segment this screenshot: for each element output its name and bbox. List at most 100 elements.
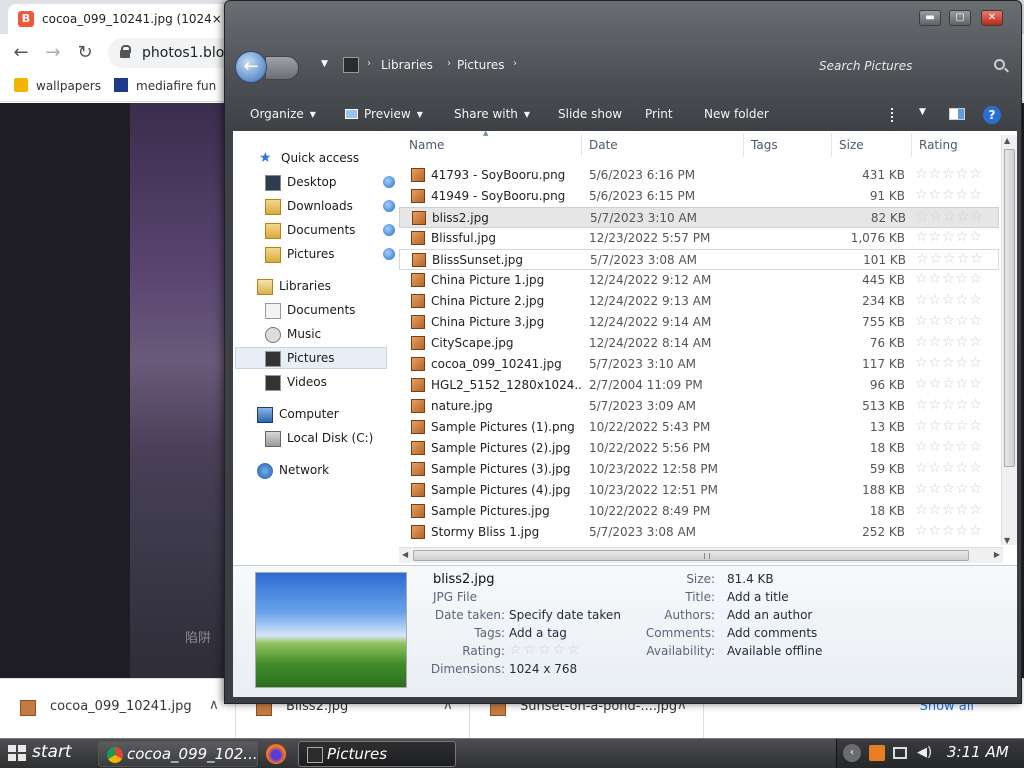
breadcrumb-pictures[interactable]: Pictures (457, 58, 505, 72)
scroll-left-icon[interactable]: ◀ (402, 550, 408, 559)
preview-pane-icon[interactable] (949, 108, 965, 120)
file-row[interactable]: Sample Pictures (2).jpg 10/22/2022 5:56 P… (399, 438, 999, 459)
recent-pages-dropdown[interactable]: ▼ (321, 59, 328, 69)
bookmark-wallpapers[interactable]: wallpapers (14, 78, 101, 93)
rating-stars[interactable]: ☆☆☆☆☆ (915, 376, 983, 392)
nav-documents-quick[interactable]: Documents (265, 220, 415, 242)
back-arrow-icon[interactable]: ← (10, 42, 32, 64)
title-field[interactable]: Add a title (727, 590, 789, 604)
nav-pictures-quick[interactable]: Pictures (265, 244, 415, 266)
nav-downloads[interactable]: Downloads (265, 196, 415, 218)
search-input[interactable]: Search Pictures (813, 53, 1011, 79)
file-row[interactable]: Sample Pictures (1).png 10/22/2022 5:43 P… (399, 417, 999, 438)
rating-stars[interactable]: ☆☆☆☆☆ (915, 292, 983, 308)
column-divider[interactable] (831, 133, 832, 157)
nav-pictures-library[interactable]: Pictures (235, 347, 387, 369)
rating-stars[interactable]: ☆☆☆☆☆ (915, 460, 983, 476)
nav-music[interactable]: Music (265, 324, 415, 346)
pin-icon[interactable] (383, 200, 395, 212)
horizontal-scrollbar[interactable]: ◀ ▶ (399, 547, 1003, 563)
scroll-up-icon[interactable]: ▲ (1004, 136, 1010, 145)
start-button[interactable]: start (0, 739, 90, 768)
chevron-right-icon[interactable]: › (447, 58, 451, 69)
slide-show-button[interactable]: Slide show (558, 107, 622, 121)
rating-stars[interactable]: ☆☆☆☆☆ (916, 251, 984, 267)
file-row-hover[interactable]: BlissSunset.jpg 5/7/2023 3:08 AM 101 KB ☆☆☆… (399, 249, 999, 270)
file-row[interactable]: CityScape.jpg 12/24/2022 8:14 AM 76 KB ☆☆☆☆… (399, 333, 999, 354)
breadcrumb[interactable]: › Libraries › Pictures › (343, 53, 783, 79)
forward-arrow-icon[interactable]: → (42, 42, 64, 64)
rating-stars[interactable]: ☆☆☆☆☆ (915, 418, 983, 434)
rating-stars[interactable]: ☆☆☆☆☆ (915, 334, 983, 350)
column-rating[interactable]: Rating (919, 138, 958, 152)
nav-computer[interactable]: Computer (257, 404, 407, 426)
file-row[interactable]: Sample Pictures.jpg 10/22/2022 8:49 PM 18 … (399, 501, 999, 522)
file-row[interactable]: China Picture 2.jpg 12/24/2022 9:13 AM 234… (399, 291, 999, 312)
new-folder-button[interactable]: New folder (704, 107, 769, 121)
download-item[interactable]: cocoa_099_10241.jpg ∧ (0, 679, 236, 739)
authors-field[interactable]: Add an author (727, 608, 812, 622)
show-hidden-icons[interactable]: ‹ (843, 744, 861, 762)
vertical-scrollbar[interactable]: ▲ ▼ (1001, 135, 1017, 545)
taskbar-pictures[interactable]: Pictures (298, 741, 456, 767)
rating-stars[interactable]: ☆☆☆☆☆ (916, 209, 984, 225)
comments-field[interactable]: Add comments (727, 626, 817, 640)
rating-stars[interactable]: ☆☆☆☆☆ (915, 355, 983, 371)
chevron-right-icon[interactable]: › (513, 58, 517, 69)
file-row-selected[interactable]: bliss2.jpg 5/7/2023 3:10 AM 82 KB ☆☆☆☆☆ (399, 207, 999, 228)
firefox-icon[interactable] (266, 744, 286, 764)
close-button[interactable]: ✕ (981, 10, 1003, 26)
volume-icon[interactable]: ◀) (917, 745, 933, 761)
chevron-up-icon[interactable]: ∧ (209, 697, 219, 713)
file-row[interactable]: nature.jpg 5/7/2023 3:09 AM 513 KB ☆☆☆☆☆ (399, 396, 999, 417)
column-divider[interactable] (743, 133, 744, 157)
minimize-button[interactable]: ▬ (919, 10, 941, 26)
scroll-down-icon[interactable]: ▼ (1004, 536, 1010, 545)
rating-stars[interactable]: ☆☆☆☆☆ (915, 481, 983, 497)
bookmark-mediafire-fun[interactable]: mediafire fun (114, 78, 216, 93)
column-size[interactable]: Size (839, 138, 864, 152)
pin-icon[interactable] (383, 224, 395, 236)
chrome-tab[interactable]: B cocoa_099_10241.jpg (1024×7… (8, 4, 228, 34)
rating-stars[interactable]: ☆☆☆☆☆ (915, 397, 983, 413)
rating-stars[interactable]: ☆☆☆☆☆ (915, 502, 983, 518)
rating-stars[interactable]: ☆☆☆☆☆ (915, 166, 983, 182)
column-divider[interactable] (581, 133, 582, 157)
taskbar-chrome[interactable]: cocoa_099_102... (98, 741, 258, 767)
chevron-right-icon[interactable]: › (367, 58, 371, 69)
column-divider[interactable] (911, 133, 912, 157)
app-tray-icon[interactable] (869, 745, 885, 761)
file-row[interactable]: HGL2_5152_1280x1024.... 2/7/2004 11:09 PM… (399, 375, 999, 396)
forward-button[interactable] (265, 56, 299, 80)
column-tags[interactable]: Tags (751, 138, 778, 152)
help-button[interactable]: ? (983, 106, 1001, 124)
nav-network[interactable]: Network (257, 460, 407, 482)
rating-stars[interactable]: ☆☆☆☆☆ (915, 523, 983, 539)
file-row[interactable]: China Picture 1.jpg 12/24/2022 9:12 AM 445… (399, 270, 999, 291)
maximize-button[interactable]: ▢ (949, 10, 971, 26)
rating-stars[interactable]: ☆☆☆☆☆ (915, 313, 983, 329)
file-row[interactable]: China Picture 3.jpg 12/24/2022 9:14 AM 755… (399, 312, 999, 333)
views-dropdown[interactable]: ▼ (919, 107, 926, 117)
nav-desktop[interactable]: Desktop (265, 172, 415, 194)
search-icon[interactable] (994, 59, 1005, 70)
nav-videos[interactable]: Videos (265, 372, 415, 394)
rating-stars[interactable]: ☆☆☆☆☆ (509, 642, 582, 658)
file-row[interactable]: 41949 - SoyBooru.png 5/6/2023 6:15 PM 91 K… (399, 186, 999, 207)
file-row[interactable]: 41793 - SoyBooru.png 5/6/2023 6:16 PM 431 … (399, 165, 999, 186)
clock[interactable]: 3:11 AM (947, 743, 1009, 761)
print-button[interactable]: Print (645, 107, 673, 121)
reload-icon[interactable]: ↻ (74, 42, 96, 64)
rating-stars[interactable]: ☆☆☆☆☆ (915, 229, 983, 245)
file-row[interactable]: cocoa_099_10241.jpg 5/7/2023 3:10 AM 117 K… (399, 354, 999, 375)
pin-icon[interactable] (383, 176, 395, 188)
scrollbar-thumb[interactable] (1004, 149, 1015, 467)
date-taken-field[interactable]: Specify date taken (509, 608, 621, 622)
tags-field[interactable]: Add a tag (509, 626, 567, 640)
network-tray-icon[interactable] (893, 747, 907, 759)
nav-local-disk[interactable]: Local Disk (C:) (265, 428, 415, 450)
nav-quick-access[interactable]: ★ Quick access (259, 148, 409, 170)
views-icon[interactable] (891, 108, 897, 122)
nav-libraries[interactable]: Libraries (257, 276, 407, 298)
file-row[interactable]: Blissful.jpg 12/23/2022 5:57 PM 1,076 KB ☆☆… (399, 228, 999, 249)
